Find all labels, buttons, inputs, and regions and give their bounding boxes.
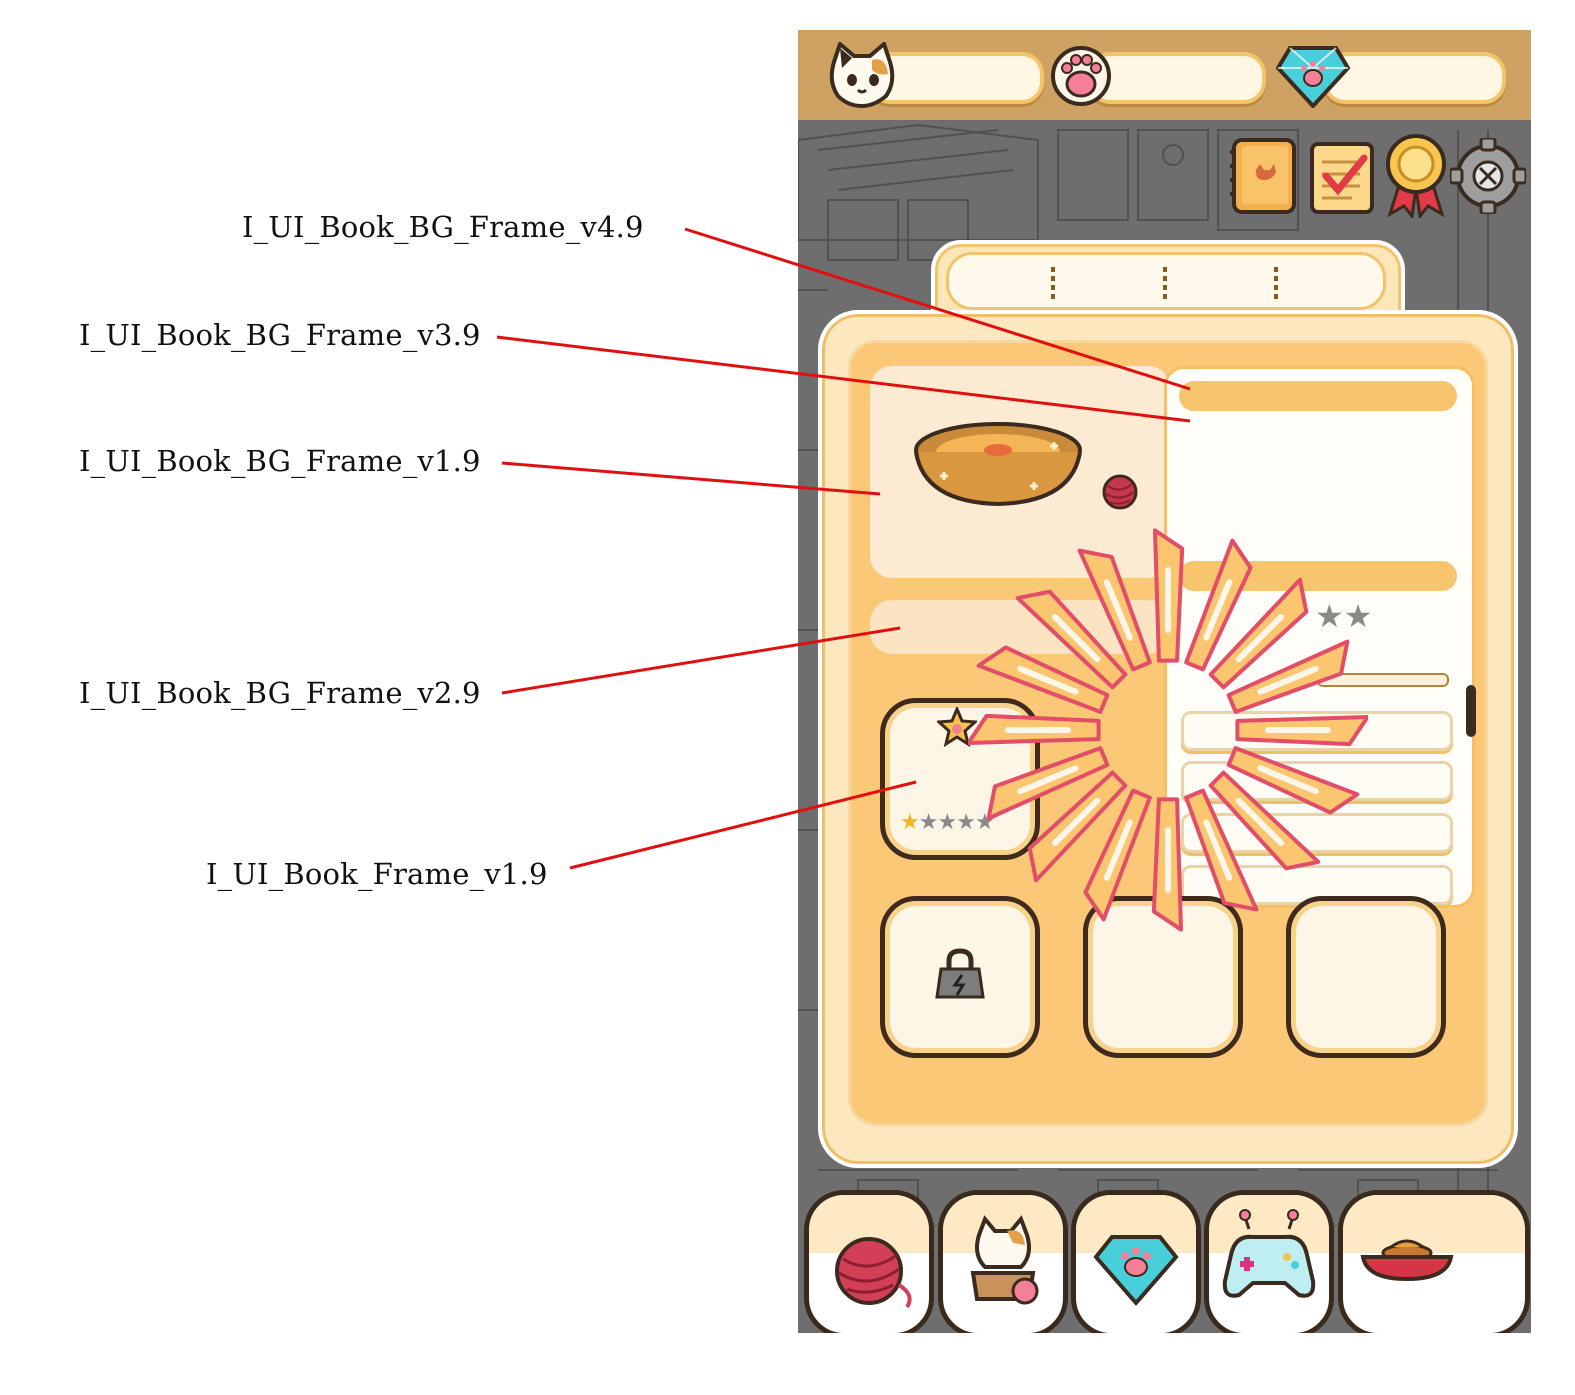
annotation-leader-lines	[496, 227, 1191, 870]
leader-line-v2	[501, 626, 901, 695]
leader-line-v4	[684, 227, 1191, 391]
leader-line-frame	[569, 780, 917, 870]
leader-line-v3	[496, 335, 1191, 423]
leader-line-v1	[501, 461, 881, 496]
